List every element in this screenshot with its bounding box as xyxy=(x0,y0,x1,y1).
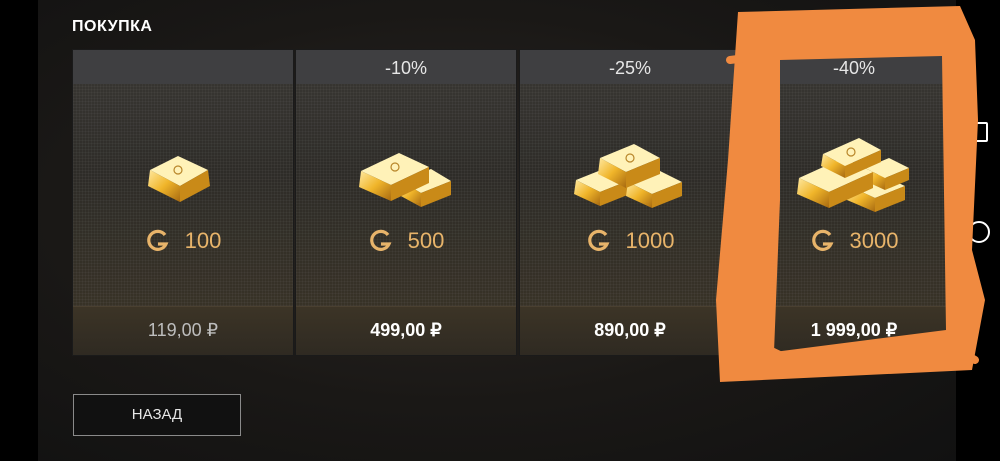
gold-amount: 3000 xyxy=(744,228,964,254)
price-button[interactable]: 119,00 ₽ xyxy=(73,306,293,355)
amount-value: 3000 xyxy=(849,228,899,253)
price-button[interactable]: 499,00 ₽ xyxy=(296,306,516,355)
gold-bar-icon xyxy=(520,120,740,230)
price-button[interactable]: 890,00 ₽ xyxy=(520,306,740,355)
gold-amount: 100 xyxy=(73,228,293,254)
gold-currency-icon xyxy=(146,229,169,251)
gold-currency-icon xyxy=(811,229,833,251)
nav-recents-icon[interactable] xyxy=(970,122,988,142)
amount-value: 100 xyxy=(184,228,222,253)
offer-card-500[interactable]: -10% 500 499,00 ₽ xyxy=(296,50,516,355)
nav-home-icon[interactable] xyxy=(968,221,990,243)
system-nav-bar xyxy=(956,0,1000,461)
gold-amount: 500 xyxy=(296,228,516,254)
amount-value: 500 xyxy=(407,228,445,253)
gold-amount: 1000 xyxy=(520,228,740,254)
discount-label: -40% xyxy=(744,50,964,84)
gold-currency-icon xyxy=(369,229,392,251)
page-title: ПОКУПКА xyxy=(72,18,153,35)
gold-bar-icon xyxy=(744,120,964,230)
discount-label xyxy=(73,50,293,84)
back-button[interactable]: НАЗАД xyxy=(73,394,241,436)
discount-label: -10% xyxy=(296,50,516,84)
discount-label: -25% xyxy=(520,50,740,84)
price-button[interactable]: 1 999,00 ₽ xyxy=(744,306,964,355)
amount-value: 1000 xyxy=(625,228,675,253)
offer-card-1000[interactable]: -25% 1000 890,00 ₽ xyxy=(520,50,740,355)
gold-currency-icon xyxy=(587,229,609,251)
offer-card-100[interactable]: 100 119,00 ₽ xyxy=(73,50,293,355)
gold-bar-icon xyxy=(73,120,293,230)
offer-card-3000[interactable]: -40% 3000 1 999,00 ₽ xyxy=(744,50,964,355)
gold-bar-icon xyxy=(296,120,516,230)
